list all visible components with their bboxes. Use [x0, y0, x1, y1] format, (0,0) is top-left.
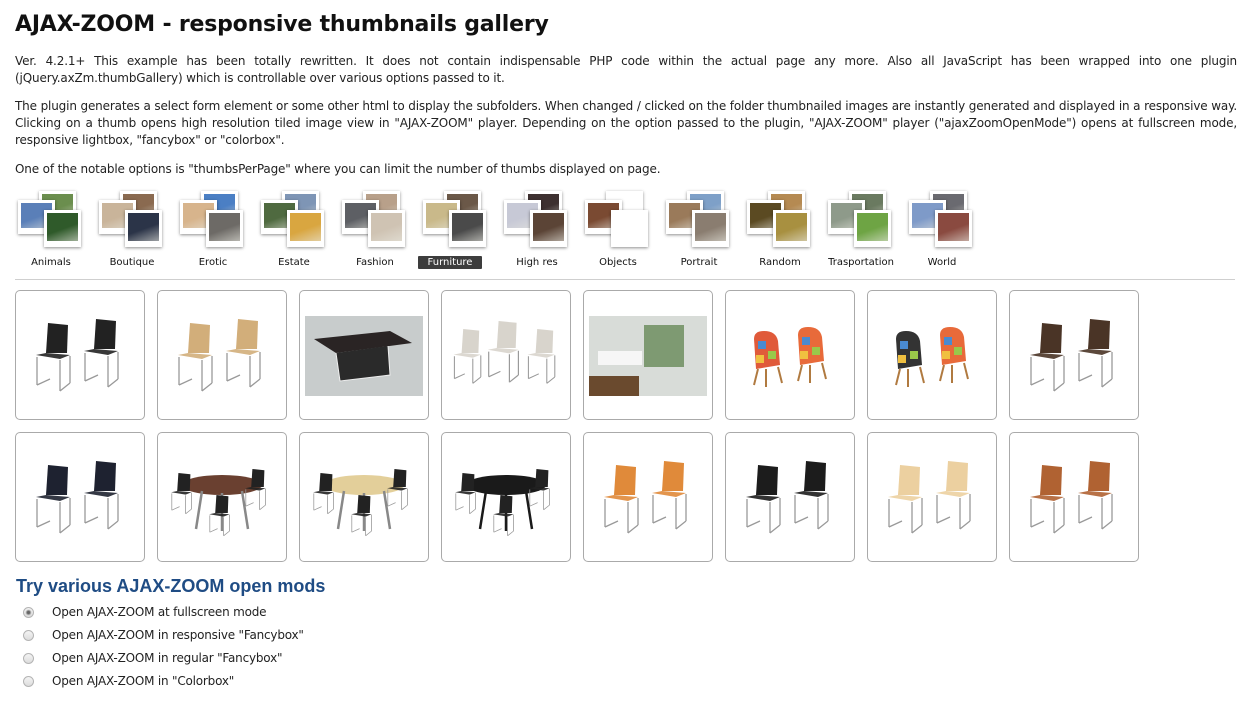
gallery-thumb-tan-woven-chairs[interactable] — [157, 290, 287, 420]
gallery-thumb-patchwork-bw-armchairs[interactable] — [867, 290, 997, 420]
gallery-thumb-light-table-set[interactable] — [299, 432, 429, 562]
folder-selector: Animals Boutique Erotic Estate Fashion Furnit… — [15, 188, 995, 272]
folder-preview-image — [449, 210, 486, 247]
folder-thumbnail-stack — [180, 191, 243, 247]
thumb-image — [895, 327, 969, 387]
folder-thumbnail-stack — [828, 191, 891, 247]
folder-label[interactable]: Furniture — [418, 256, 482, 269]
thumb-image — [888, 461, 971, 534]
folder-thumbnail-stack — [909, 191, 972, 247]
gallery-thumb-dark-coffee-table[interactable] — [299, 290, 429, 420]
folder-trasportation[interactable]: Trasportation — [825, 188, 897, 272]
gallery-thumb-patchwork-armchairs[interactable] — [725, 290, 855, 420]
divider — [15, 279, 1235, 280]
gallery-thumb-black-table-set[interactable] — [441, 432, 571, 562]
open-mode-option[interactable]: Open AJAX-ZOOM in regular "Fancybox" — [15, 649, 355, 669]
thumb-image — [171, 469, 266, 537]
gallery-thumb-cantilever-chairs[interactable] — [15, 432, 145, 562]
thumb-image — [589, 316, 707, 396]
gallery-thumb-orange-chairs[interactable] — [583, 432, 713, 562]
folder-thumbnail-stack — [18, 191, 81, 247]
folder-preview-image — [692, 210, 729, 247]
folder-label[interactable]: Trasportation — [819, 256, 903, 269]
folder-thumbnail-stack — [342, 191, 405, 247]
folder-preview-image — [125, 210, 162, 247]
folder-thumbnail-stack — [504, 191, 567, 247]
thumb-image — [36, 319, 119, 392]
folder-thumbnail-stack — [585, 191, 648, 247]
folder-label[interactable]: High res — [495, 256, 579, 269]
folder-label[interactable]: Estate — [252, 256, 336, 269]
folder-thumbnail-stack — [666, 191, 729, 247]
open-modes-heading: Try various AJAX-ZOOM open mods — [16, 576, 326, 596]
thumb-image — [1030, 319, 1113, 392]
folder-random[interactable]: Random — [744, 188, 816, 272]
folder-label[interactable]: Boutique — [90, 256, 174, 269]
thumb-image — [1030, 461, 1113, 534]
gallery-thumb-leather-armchairs[interactable] — [1009, 290, 1139, 420]
folder-high-res[interactable]: High res — [501, 188, 573, 272]
folder-world[interactable]: World — [906, 188, 978, 272]
open-mode-option[interactable]: Open AJAX-ZOOM at fullscreen mode — [15, 603, 355, 623]
thumb-image — [455, 469, 550, 537]
folder-preview-image — [773, 210, 810, 247]
plugin-description-paragraph: The plugin generates a select form eleme… — [15, 99, 1237, 147]
folder-preview-image — [611, 210, 648, 247]
folder-thumbnail-stack — [261, 191, 324, 247]
gallery-thumb-cream-chairs[interactable] — [867, 432, 997, 562]
gallery-thumb-black-chairs[interactable] — [725, 432, 855, 562]
thumb-image — [604, 461, 687, 534]
folder-erotic[interactable]: Erotic — [177, 188, 249, 272]
folder-objects[interactable]: Objects — [582, 188, 654, 272]
folder-preview-image — [287, 210, 324, 247]
thumb-image — [753, 327, 827, 387]
open-mode-radio[interactable] — [23, 630, 34, 641]
gallery-thumb-louis-chairs[interactable] — [441, 290, 571, 420]
open-mode-label[interactable]: Open AJAX-ZOOM in "Colorbox" — [52, 674, 234, 688]
intro-paragraph: Ver. 4.2.1+ This example has been totall… — [15, 54, 1237, 85]
folder-label[interactable]: Fashion — [333, 256, 417, 269]
folder-label[interactable]: Random — [738, 256, 822, 269]
folder-preview-image — [368, 210, 405, 247]
thumb-image — [313, 469, 408, 537]
thumb-image — [178, 319, 261, 392]
folder-estate[interactable]: Estate — [258, 188, 330, 272]
folder-thumbnail-stack — [747, 191, 810, 247]
gallery-thumb-round-table-set[interactable] — [157, 432, 287, 562]
open-mode-radio[interactable] — [23, 607, 34, 618]
folder-fashion[interactable]: Fashion — [339, 188, 411, 272]
gallery-thumb-living-room[interactable] — [583, 290, 713, 420]
folder-preview-image — [206, 210, 243, 247]
folder-thumbnail-stack — [423, 191, 486, 247]
folder-preview-image — [854, 210, 891, 247]
open-mode-label[interactable]: Open AJAX-ZOOM at fullscreen mode — [52, 605, 267, 619]
thumb-image — [453, 321, 556, 384]
folder-animals[interactable]: Animals — [15, 188, 87, 272]
folder-preview-image — [44, 210, 81, 247]
open-mode-option[interactable]: Open AJAX-ZOOM in responsive "Fancybox" — [15, 626, 355, 646]
folder-label[interactable]: Erotic — [171, 256, 255, 269]
folder-thumbnail-stack — [99, 191, 162, 247]
open-mode-option[interactable]: Open AJAX-ZOOM in "Colorbox" — [15, 672, 355, 692]
open-mode-radio[interactable] — [23, 653, 34, 664]
open-mode-label[interactable]: Open AJAX-ZOOM in regular "Fancybox" — [52, 651, 283, 665]
folder-preview-image — [530, 210, 567, 247]
folder-preview-image — [935, 210, 972, 247]
thumb-image — [36, 461, 119, 534]
folder-label[interactable]: World — [900, 256, 984, 269]
gallery-thumb-brown-woven-chairs[interactable] — [1009, 432, 1139, 562]
gallery-thumb-black-woven-chairs[interactable] — [15, 290, 145, 420]
folder-boutique[interactable]: Boutique — [96, 188, 168, 272]
folder-label[interactable]: Objects — [576, 256, 660, 269]
thumb-image — [746, 461, 829, 534]
folder-furniture[interactable]: Furniture — [418, 188, 492, 272]
thumb-image — [305, 316, 423, 396]
open-mode-radio[interactable] — [23, 676, 34, 687]
page-title: AJAX-ZOOM - responsive thumbnails galler… — [15, 12, 549, 37]
open-mode-label[interactable]: Open AJAX-ZOOM in responsive "Fancybox" — [52, 628, 304, 642]
folder-label[interactable]: Portrait — [657, 256, 741, 269]
folder-portrait[interactable]: Portrait — [663, 188, 735, 272]
thumbs-per-page-paragraph: One of the notable options is "thumbsPer… — [15, 162, 661, 176]
folder-label[interactable]: Animals — [9, 256, 93, 269]
